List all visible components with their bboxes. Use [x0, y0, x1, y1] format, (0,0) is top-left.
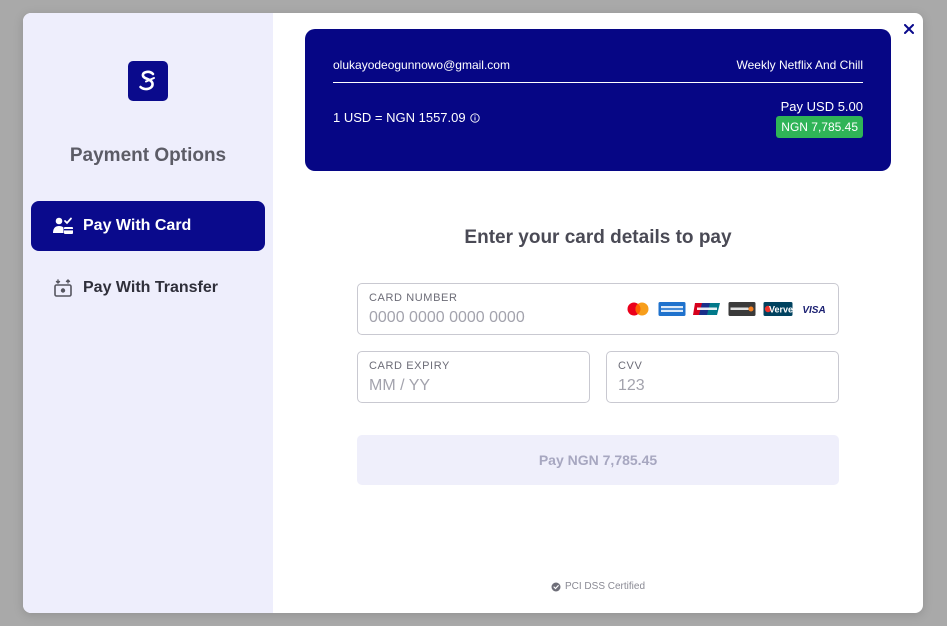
pay-amount-usd: Pay USD 5.00	[780, 99, 863, 114]
amex-icon	[658, 301, 686, 317]
exchange-rate-text: 1 USD = NGN 1557.09	[333, 110, 466, 125]
payment-sidebar: Payment Options Pay With Card Pay With T…	[23, 13, 273, 613]
exchange-rate: 1 USD = NGN 1557.09	[333, 110, 480, 125]
cvv-label: CVV	[618, 360, 643, 372]
card-expiry-label: CARD EXPIRY	[369, 360, 450, 372]
shield-icon	[551, 582, 561, 592]
amount-ngn-badge: NGN 7,785.45	[776, 116, 863, 138]
card-number-label: CARD NUMBER	[369, 292, 458, 304]
customer-email: olukayodeogunnowo@gmail.com	[333, 58, 510, 72]
info-icon[interactable]	[469, 112, 480, 123]
card-number-input[interactable]	[369, 309, 609, 327]
verve-icon: Verve	[763, 301, 793, 317]
nav-pay-with-transfer-label: Pay With Transfer	[83, 279, 219, 296]
summary-divider	[333, 82, 863, 83]
logo-s-icon	[139, 70, 155, 91]
payment-description: Weekly Netflix And Chill	[736, 58, 864, 72]
verve-text: Verve	[769, 305, 793, 315]
card-expiry-field[interactable]: CARD EXPIRY	[357, 351, 609, 403]
nav-pay-with-card[interactable]: Pay With Card	[31, 201, 265, 251]
mastercard-icon	[625, 301, 651, 317]
payment-summary-card: olukayodeogunnowo@gmail.com Weekly Netfl…	[305, 29, 891, 171]
cvv-input[interactable]	[618, 377, 858, 395]
cvv-field[interactable]: CVV	[606, 351, 858, 403]
brand-logo	[128, 61, 168, 101]
form-title: Enter your card details to pay	[464, 227, 732, 248]
visa-icon: VISA	[800, 301, 828, 317]
sidebar-title: Payment Options	[69, 145, 227, 166]
nav-pay-with-transfer[interactable]: Pay With Transfer	[31, 263, 265, 313]
card-brands: Verve VISA	[618, 301, 828, 317]
card-number-field[interactable]: CARD NUMBER 0000 0000 0000 0000 Verve VI…	[357, 283, 839, 335]
nav-pay-with-card-label: Pay With Card	[83, 217, 192, 234]
visa-text: VISA	[802, 305, 825, 316]
card-expiry-input[interactable]	[369, 377, 609, 395]
close-button[interactable]	[901, 21, 917, 37]
close-icon	[904, 24, 914, 34]
card-user-icon	[51, 214, 75, 238]
pay-button[interactable]: Pay NGN 7,785.45	[357, 435, 839, 485]
pci-certified-text: PCI DSS Certified	[564, 581, 646, 592]
bank-transfer-icon	[51, 276, 75, 300]
unionpay-icon	[693, 301, 721, 317]
discover-icon	[728, 301, 756, 317]
payment-modal: Payment Options Pay With Card Pay With T…	[23, 13, 923, 613]
footer: PCI DSS Certified	[305, 581, 891, 592]
